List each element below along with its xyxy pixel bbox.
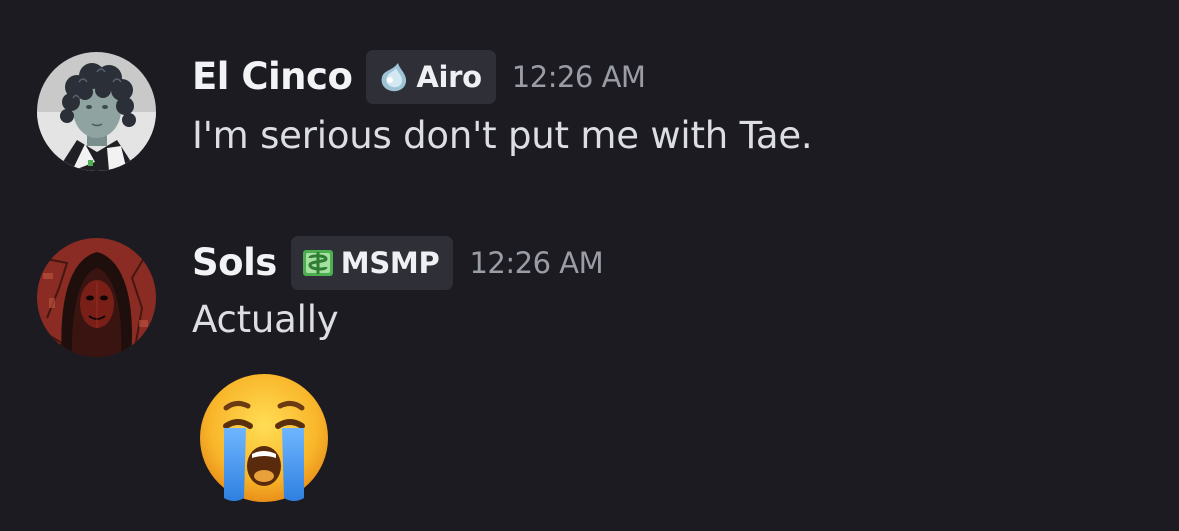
message-text: I'm serious don't put me with Tae.	[192, 114, 813, 157]
server-tag[interactable]: MSMP	[290, 236, 454, 290]
username[interactable]: El Cinco	[192, 52, 353, 102]
avatar-el-cinco-image	[37, 52, 156, 171]
avatar[interactable]	[37, 238, 156, 357]
timestamp[interactable]: 12:26 AM	[469, 246, 603, 280]
dollar-bill-icon	[301, 246, 335, 280]
chat-messages: El Cinco Airo 12:26 AM I'm serious don't…	[0, 0, 1179, 531]
message-header: Sols MSMP 12:26 AM	[192, 236, 604, 290]
avatar[interactable]	[37, 52, 156, 171]
loudly-crying-face-emoji[interactable]	[196, 370, 332, 506]
timestamp[interactable]: 12:26 AM	[512, 60, 646, 94]
tag-label: MSMP	[340, 246, 440, 280]
avatar-sols-image	[37, 238, 156, 357]
server-tag[interactable]: Airo	[366, 50, 496, 104]
droplet-icon	[376, 60, 410, 94]
message-text: Actually	[192, 298, 339, 341]
message-header: El Cinco Airo 12:26 AM	[192, 50, 646, 104]
username[interactable]: Sols	[192, 238, 277, 288]
tag-label: Airo	[416, 60, 482, 94]
